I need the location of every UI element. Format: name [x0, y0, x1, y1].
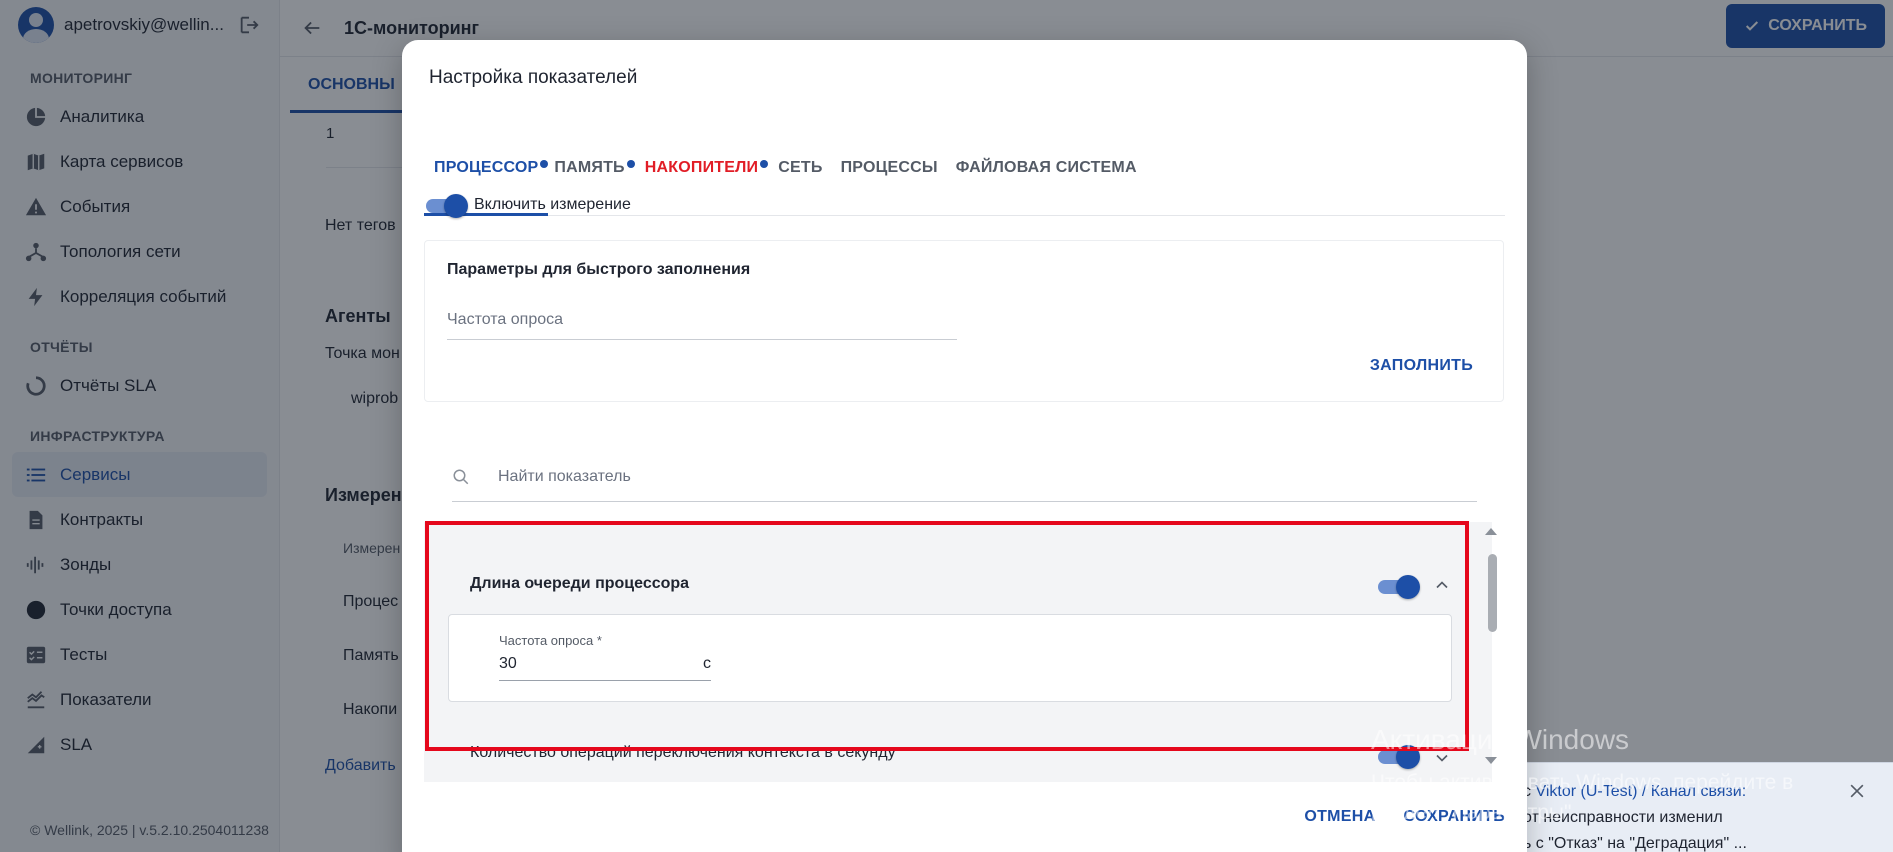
notification-line-2: от неисправности изменил — [1523, 809, 1723, 826]
chevron-down-icon[interactable] — [1432, 748, 1452, 768]
notification-link[interactable]: Viktor (U-Test) / Канал связи: — [1535, 783, 1746, 800]
metric-search-input[interactable]: Найти показатель — [452, 464, 1477, 502]
toggle-knob — [444, 194, 468, 218]
quick-fill-title: Параметры для быстрого заполнения — [447, 261, 751, 278]
modified-dot — [760, 160, 769, 168]
dialog-title: Настройка показателей — [429, 67, 638, 88]
tab-filesystem[interactable]: ФАЙЛОВАЯ СИСТЕМА — [948, 140, 1147, 230]
tab-label: ПАМЯТЬ — [554, 159, 625, 176]
tab-processor[interactable]: ПРОЦЕССОР — [424, 140, 549, 230]
scroll-up-icon[interactable] — [1480, 524, 1502, 538]
search-placeholder: Найти показатель — [498, 468, 631, 485]
notification-line-1: с Viktor (U-Test) / Канал связи: — [1523, 783, 1746, 801]
tab-label: ПРОЦЕССЫ — [840, 159, 938, 176]
tab-storage[interactable]: НАКОПИТЕЛИ — [635, 140, 769, 230]
search-icon — [452, 468, 472, 488]
tab-label: СЕТЬ — [778, 159, 823, 176]
tab-network[interactable]: СЕТЬ — [768, 140, 832, 230]
scroll-down-icon[interactable] — [1480, 754, 1502, 768]
list-scrollbar[interactable] — [1480, 524, 1502, 774]
notification-line-3: ь с "Отказ" на "Деградация" ... — [1523, 835, 1747, 852]
fill-button[interactable]: ЗАПОЛНИТЬ — [1370, 357, 1473, 375]
enable-measurement-toggle[interactable] — [426, 194, 468, 218]
tab-memory[interactable]: ПАМЯТЬ — [548, 140, 635, 230]
modified-dot — [540, 160, 549, 168]
dialog-actions: ОТМЕНА СОХРАНИТЬ — [1304, 808, 1505, 826]
tab-label: ПРОЦЕССОР — [434, 159, 539, 176]
quick-fill-panel: Параметры для быстрого заполнения Частот… — [424, 240, 1504, 402]
modified-dot — [626, 160, 635, 168]
scroll-thumb[interactable] — [1488, 554, 1497, 632]
tab-label: НАКОПИТЕЛИ — [644, 159, 759, 176]
enable-measurement-label: Включить измерение — [474, 196, 631, 213]
tab-processes[interactable]: ПРОЦЕССЫ — [833, 140, 948, 230]
highlight-frame — [425, 521, 1469, 751]
poll-frequency-input[interactable]: Частота опроса — [447, 306, 957, 340]
tab-label: ФАЙЛОВАЯ СИСТЕМА — [955, 159, 1137, 176]
close-icon[interactable] — [1847, 781, 1867, 801]
save-button[interactable]: СОХРАНИТЬ — [1403, 808, 1505, 826]
cancel-button[interactable]: ОТМЕНА — [1304, 808, 1375, 826]
